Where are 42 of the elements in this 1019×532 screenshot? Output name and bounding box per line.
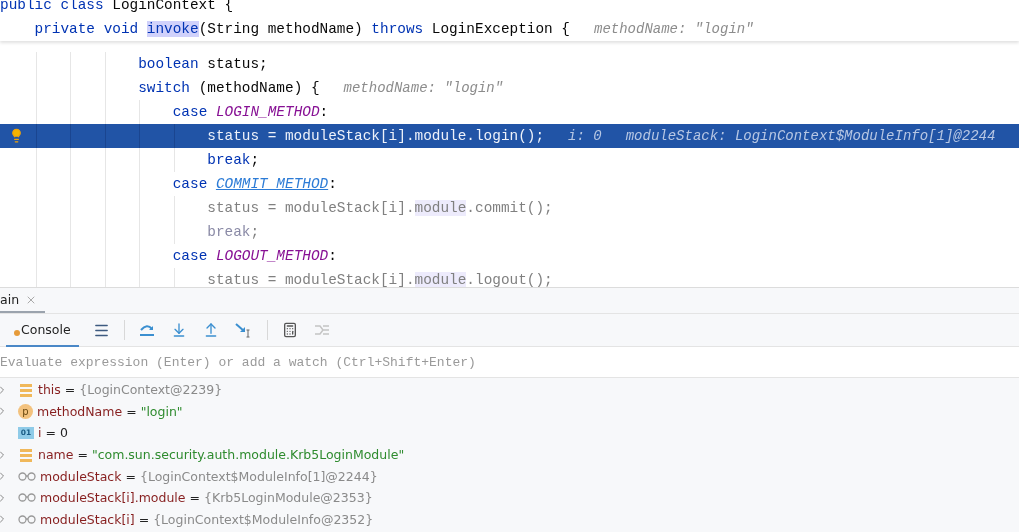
code-text: case COMMIT_METHOD: [172,176,337,192]
equals-sign: = [125,468,136,484]
code-text: break; [207,224,260,240]
variable-value: {LoginContext$ModuleInfo[1]@2244} [139,468,378,484]
variable-value: {LoginContext$ModuleInfo@2352} [153,511,374,527]
variable-value: {LoginContext@2239} [79,382,223,398]
code-text: switch (methodName) { [138,80,320,96]
variable-name: this [38,382,61,398]
variable-value: {Krb5LoginModule@2353} [204,490,373,506]
field-icon [18,381,34,398]
variable-name: moduleStack[i] [40,511,135,527]
field-icon [18,446,34,463]
equals-sign: = [45,425,56,441]
code-text: status = moduleStack[i].module.login(); [207,128,545,144]
equals-sign: = [64,382,76,398]
session-tab[interactable]: ain [0,288,46,313]
variable-name: methodName [37,403,123,419]
parameter-icon: p [18,403,33,419]
code-text: break; [207,152,260,168]
variable-name: i [38,425,42,441]
inline-value-hint: methodName: "login" [343,80,504,96]
variable-value: "login" [140,403,183,419]
code-text: case LOGOUT_METHOD: [172,248,337,264]
inline-value-hint: methodName: "login" [594,21,754,37]
inline-value-hint: moduleStack: LoginContext$ModuleInfo[1]@2244 [625,128,996,144]
variable-name: name [38,447,74,463]
code-text: boolean status; [138,56,268,72]
variable-value: "com.sun.security.auth.module.Krb5LoginModule" [91,447,405,463]
evaluate-field[interactable]: Evaluate expression (Enter) or add a watch (Ctrl+Shift+Enter) [0,347,1019,378]
equals-sign: = [189,490,200,506]
equals-sign: = [138,511,150,527]
variable-name: moduleStack [40,468,122,484]
variable-name: moduleStack[i].module [40,490,186,506]
equals-sign: = [77,447,88,463]
code-text: private void invoke(String methodName) throws LoginException { [34,21,570,37]
code-text: status = moduleStack[i].module.logout(); [207,272,553,287]
inline-value-hint: i: 0 [568,128,602,144]
variable-value: 0 [59,425,68,441]
code-text: status = moduleStack[i].module.commit(); [207,200,553,216]
code-text: case LOGIN_METHOD: [172,104,329,120]
equals-sign: = [126,403,137,419]
lightbulb-icon[interactable] [9,128,24,143]
